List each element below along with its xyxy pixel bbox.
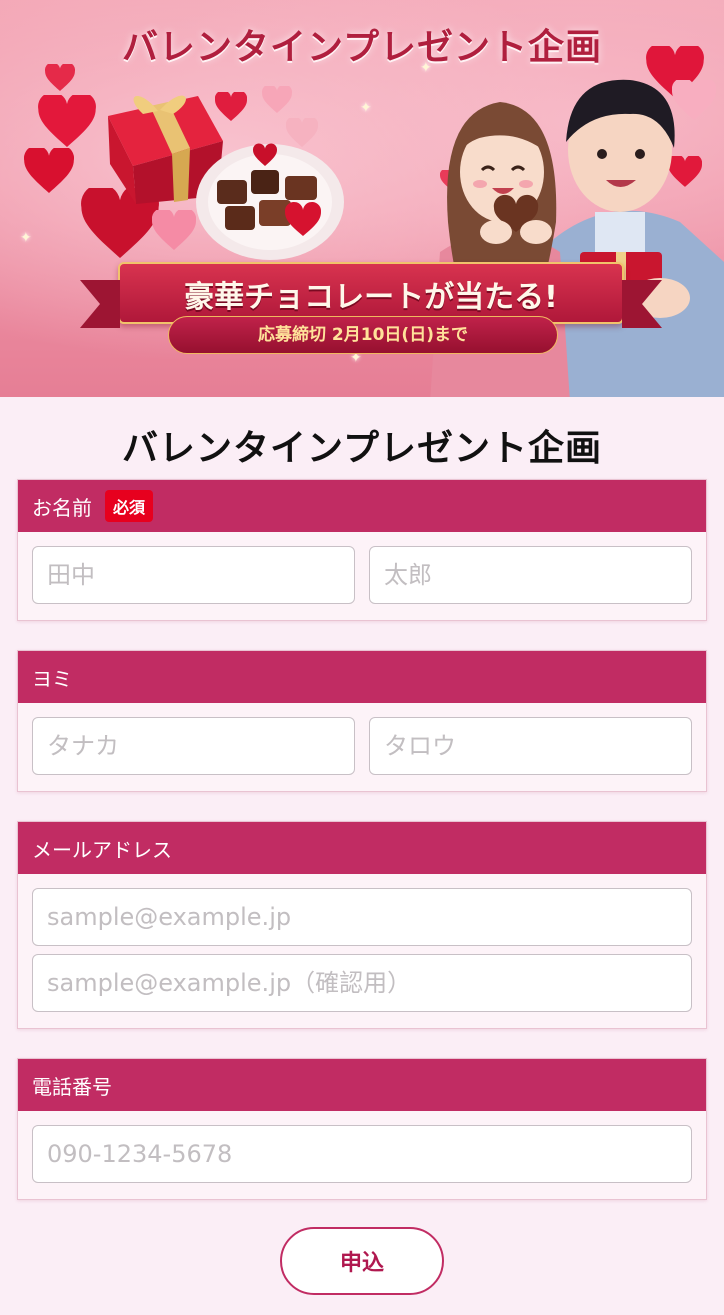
banner-ribbon: 豪華チョコレートが当たる! [80, 262, 662, 328]
chocolate-plate-image [196, 143, 344, 260]
phone-field-body [18, 1111, 706, 1199]
entry-form: お名前 必須 ヨミ メールアドレス [0, 479, 724, 1295]
last-name-kana-input[interactable] [32, 717, 355, 775]
heart-icon [152, 210, 196, 250]
banner-title: バレンタインプレゼント企画 [122, 27, 602, 68]
name-field-header: お名前 必須 [18, 480, 706, 532]
submit-button[interactable]: 申込 [280, 1227, 444, 1295]
promo-banner: ✦ ✦ ✦ ✦ ✦ ✦ バレンタインプレゼント企画 豪華チョコレートが当たる! … [0, 0, 724, 397]
sparkle-icon: ✦ [20, 230, 32, 246]
last-name-input[interactable] [32, 546, 355, 604]
kana-field-group: ヨミ [17, 650, 707, 792]
phone-label: 電話番号 [32, 1074, 112, 1099]
phone-input[interactable] [32, 1125, 692, 1183]
email-input[interactable] [32, 888, 692, 946]
submit-area: 申込 [17, 1227, 707, 1295]
heart-icon [262, 86, 292, 113]
required-badge: 必須 [105, 490, 154, 522]
email-confirm-input[interactable] [32, 954, 692, 1012]
kana-label: ヨミ [32, 666, 72, 691]
banner-ribbon-text: 豪華チョコレートが当たる! [184, 280, 558, 315]
name-field-body [18, 532, 706, 620]
name-field-group: お名前 必須 [17, 479, 707, 621]
email-field-header: メールアドレス [18, 822, 706, 874]
phone-field-header: 電話番号 [18, 1059, 706, 1111]
phone-field-group: 電話番号 [17, 1058, 707, 1200]
first-name-input[interactable] [369, 546, 692, 604]
kana-field-header: ヨミ [18, 651, 706, 703]
kana-field-body [18, 703, 706, 791]
heart-icon [24, 148, 74, 193]
first-name-kana-input[interactable] [369, 717, 692, 775]
page-title: バレンタインプレゼント企画 [122, 428, 602, 469]
name-label: お名前 [32, 495, 92, 520]
email-field-group: メールアドレス [17, 821, 707, 1029]
banner-deadline: 応募締切 2月10日(日)まで [168, 316, 558, 354]
sparkle-icon: ✦ [360, 100, 372, 116]
email-field-body [18, 874, 706, 1028]
email-label: メールアドレス [32, 837, 172, 862]
